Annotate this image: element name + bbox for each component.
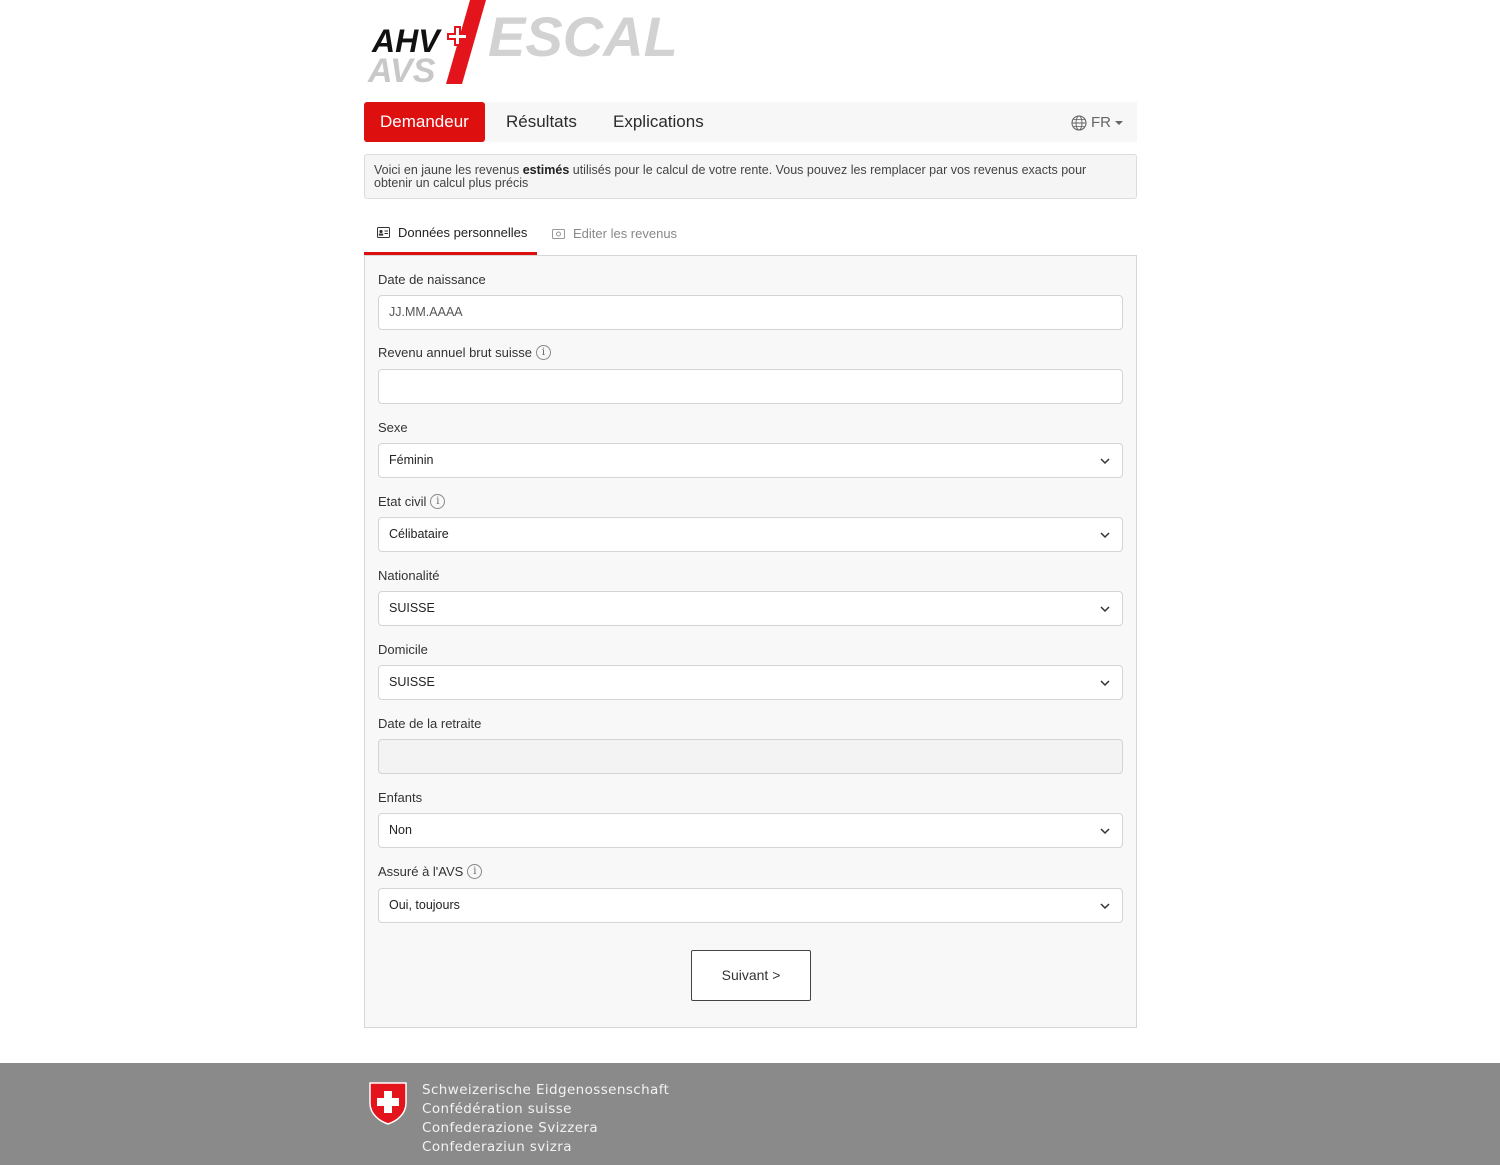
main-nav: Demandeur Résultats Explications FR [364, 102, 1137, 142]
insured-value: Oui, toujours [389, 898, 460, 912]
sex-value: Féminin [389, 453, 434, 467]
form-subtabs: Données personnelles Editer les revenus [364, 212, 1137, 256]
retirement-date-label: Date de la retraite [378, 716, 482, 731]
tab-editer-label: Editer les revenus [573, 226, 678, 241]
confederation-it: Confederazione Svizzera [422, 1120, 599, 1136]
nationality-select[interactable]: SUISSE [378, 591, 1123, 626]
info-icon[interactable]: i [535, 345, 551, 360]
personal-data-form: Date de naissance JJ.MM.AAAA Revenu annu… [364, 255, 1137, 1028]
insured-label: Assuré à l'AVS i [378, 864, 483, 879]
estimated-income-notice: Voici en jaune les revenus estimés utili… [364, 154, 1137, 199]
confederation-de: Schweizerische Eidgenossenschaft [422, 1082, 670, 1098]
id-card-icon [377, 226, 390, 238]
chevron-down-icon [1100, 532, 1110, 539]
chevron-down-icon [1100, 828, 1110, 835]
notice-text-bold: estimés [522, 163, 570, 177]
nationality-value: SUISSE [389, 601, 435, 615]
logo-escal: ESCAL [488, 5, 676, 68]
civil-status-value: Célibataire [389, 527, 449, 541]
chevron-down-icon [1100, 458, 1110, 465]
children-select[interactable]: Non [378, 813, 1123, 848]
income-input[interactable] [378, 369, 1123, 404]
civil-status-select[interactable]: Célibataire [378, 517, 1123, 552]
info-icon[interactable]: i [467, 864, 483, 879]
tab-donnees-personnelles[interactable]: Données personnelles [364, 212, 537, 255]
tab-editer-revenus[interactable]: Editer les revenus [552, 212, 677, 255]
tab-donnees-label: Données personnelles [398, 224, 528, 240]
income-label: Revenu annuel brut suisse i [378, 345, 551, 360]
chevron-down-icon [1100, 903, 1110, 910]
globe-icon [1071, 114, 1087, 131]
language-selector[interactable]: FR [1071, 114, 1123, 131]
notice-text-before: Voici en jaune les revenus [374, 163, 523, 177]
children-value: Non [389, 823, 412, 837]
insured-select[interactable]: Oui, toujours [378, 888, 1123, 923]
nationality-label: Nationalité [378, 568, 440, 583]
caret-down-icon [1115, 120, 1123, 125]
domicile-select[interactable]: SUISSE [378, 665, 1123, 700]
logo-avs: AVS [367, 52, 436, 88]
sex-select[interactable]: Féminin [378, 443, 1123, 478]
retirement-date-input[interactable] [378, 739, 1123, 774]
swiss-crest-icon [369, 1082, 407, 1125]
ahv-avs-escal-logo: AHV AVS ESCAL [366, 0, 678, 90]
birth-date-input[interactable]: JJ.MM.AAAA [378, 295, 1123, 330]
civil-status-label: Etat civil i [378, 494, 446, 509]
tab-demandeur[interactable]: Demandeur [364, 102, 485, 142]
next-button[interactable]: Suivant > [691, 950, 811, 1001]
domicile-value: SUISSE [389, 675, 435, 689]
chevron-down-icon [1100, 680, 1110, 687]
logo-slash [446, 0, 486, 84]
children-label: Enfants [378, 790, 423, 805]
confederation-rm: Confederaziun svizra [422, 1139, 572, 1155]
info-icon[interactable]: i [430, 494, 446, 509]
domicile-label: Domicile [378, 642, 428, 657]
money-icon [552, 228, 565, 239]
footer: Schweizerische Eidgenossenschaft Confédé… [0, 1063, 1500, 1165]
tab-explications[interactable]: Explications [613, 102, 704, 142]
confederation-fr: Confédération suisse [422, 1101, 572, 1117]
tab-resultats[interactable]: Résultats [506, 102, 577, 142]
sex-label: Sexe [378, 420, 408, 435]
confederation-name: Schweizerische Eidgenossenschaft Confédé… [422, 1081, 669, 1157]
chevron-down-icon [1100, 606, 1110, 613]
birth-date-label: Date de naissance [378, 272, 486, 287]
language-code: FR [1091, 114, 1111, 131]
